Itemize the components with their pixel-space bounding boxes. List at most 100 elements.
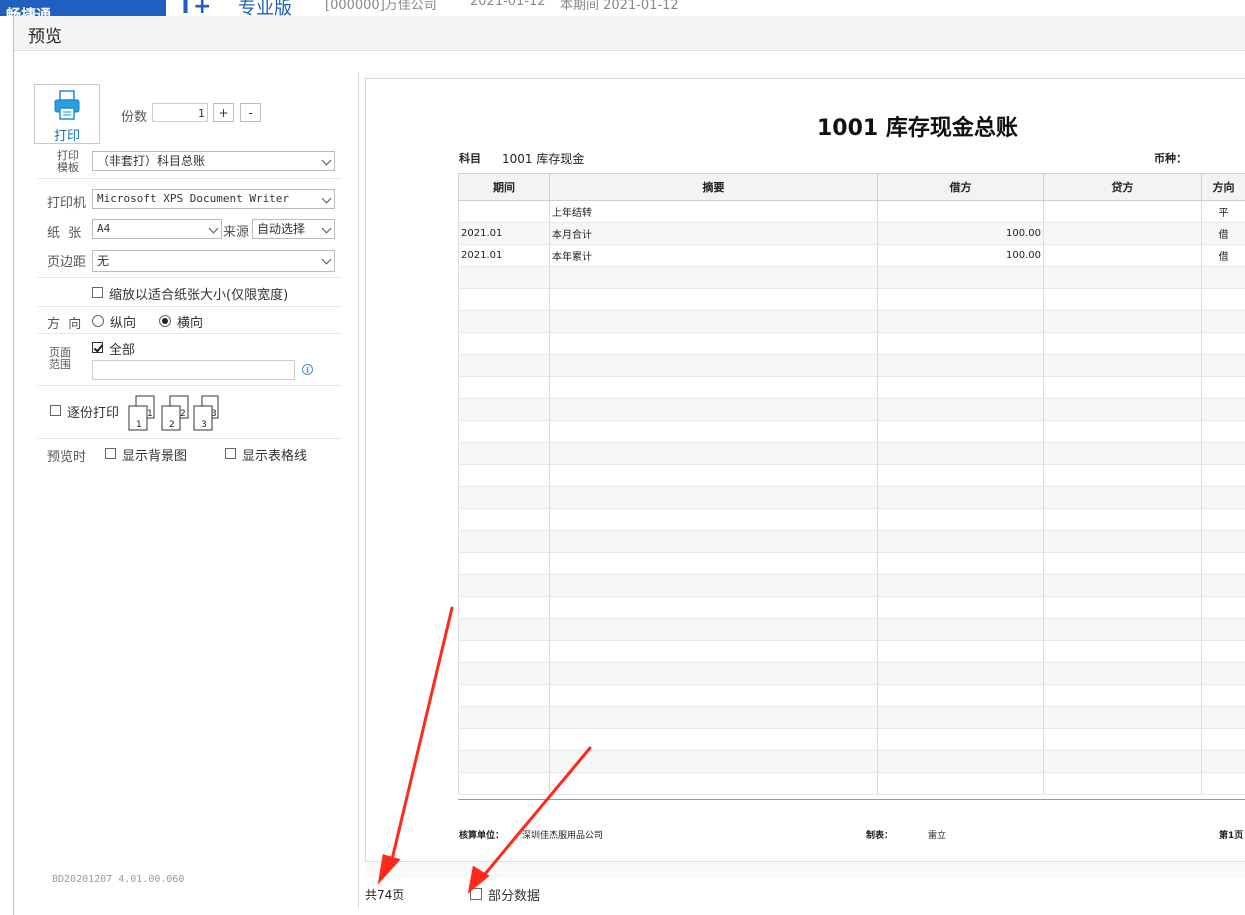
show-gridlines-checkbox[interactable]: [225, 448, 236, 459]
orientation-landscape-radio[interactable]: [159, 315, 171, 327]
empty-cell: [1201, 772, 1245, 795]
column-header-period: 期间: [458, 173, 550, 201]
brand-logo: 畅捷通: [0, 0, 166, 16]
empty-cell: [458, 310, 550, 333]
empty-table-row: [458, 332, 1245, 355]
empty-cell: [1201, 640, 1245, 663]
fit-to-paper-checkbox[interactable]: [92, 287, 103, 298]
empty-cell: [877, 728, 1044, 751]
printer-select[interactable]: Microsoft XPS Document Writer: [92, 189, 335, 209]
product-logo: T+: [178, 0, 212, 16]
empty-table-row: [458, 310, 1245, 333]
page-range-label-line1: 页面: [49, 346, 71, 359]
svg-text:2: 2: [169, 420, 175, 430]
horizontal-scrollbar[interactable]: [365, 861, 1245, 878]
empty-cell: [1201, 486, 1245, 509]
empty-cell: [1201, 750, 1245, 773]
empty-cell: [549, 574, 878, 597]
empty-cell: [549, 552, 878, 575]
empty-cell: [1201, 662, 1245, 685]
orientation-landscape-label: 横向: [177, 316, 204, 331]
cell-debit: 100.00: [877, 244, 1044, 267]
empty-table-row: [458, 574, 1245, 597]
empty-cell: [458, 530, 550, 553]
empty-cell: [877, 266, 1044, 289]
cell-credit: [1043, 200, 1202, 223]
empty-table-row: [458, 442, 1245, 465]
column-header-summary: 摘要: [549, 173, 878, 201]
empty-cell: [877, 552, 1044, 575]
empty-table-row: [458, 266, 1245, 289]
table-row: 2021.01 本月合计 100.00 借: [458, 222, 1245, 245]
empty-cell: [1043, 684, 1202, 707]
page-range-label-line2: 范围: [49, 358, 71, 371]
empty-cell: [1043, 596, 1202, 619]
empty-cell: [877, 288, 1044, 311]
orientation-portrait-radio[interactable]: [92, 315, 104, 327]
empty-cell: [877, 420, 1044, 443]
empty-cell: [1201, 728, 1245, 751]
empty-cell: [877, 530, 1044, 553]
margin-select[interactable]: 无: [92, 250, 335, 272]
empty-cell: [1043, 486, 1202, 509]
show-background-label: 显示背景图: [122, 449, 188, 464]
cell-direction: 借: [1201, 244, 1245, 267]
empty-cell: [1201, 288, 1245, 311]
cell-credit: [1043, 222, 1202, 245]
print-button[interactable]: 打印: [34, 84, 100, 144]
copies-increment-button[interactable]: +: [213, 103, 234, 122]
copies-label: 份数: [121, 110, 148, 125]
info-icon[interactable]: i: [302, 364, 313, 375]
copies-input[interactable]: 1: [152, 103, 208, 122]
empty-cell: [1043, 552, 1202, 575]
empty-cell: [1201, 508, 1245, 531]
report-title: 1001 库存现金总账: [817, 116, 1018, 141]
cell-period: 2021.01: [458, 244, 550, 267]
divider: [38, 438, 342, 439]
copies-decrement-button[interactable]: -: [240, 103, 261, 122]
empty-table-row: [458, 288, 1245, 311]
empty-cell: [877, 486, 1044, 509]
empty-cell: [877, 596, 1044, 619]
show-gridlines-label: 显示表格线: [242, 449, 308, 464]
empty-cell: [877, 750, 1044, 773]
template-select[interactable]: （非套打）科目总账: [92, 151, 335, 171]
empty-cell: [458, 772, 550, 795]
collate-checkbox[interactable]: [50, 405, 61, 416]
empty-cell: [1201, 442, 1245, 465]
empty-cell: [877, 442, 1044, 465]
empty-cell: [549, 398, 878, 421]
template-label-line1: 打印: [57, 149, 79, 162]
empty-cell: [1043, 398, 1202, 421]
paper-select[interactable]: A4: [92, 219, 222, 239]
empty-cell: [458, 552, 550, 575]
empty-cell: [458, 266, 550, 289]
empty-cell: [458, 750, 550, 773]
login-date-label: 本期间 2021-01-12: [560, 0, 679, 13]
show-background-checkbox[interactable]: [105, 448, 116, 459]
empty-cell: [1201, 310, 1245, 333]
chevron-down-icon: [208, 223, 219, 234]
empty-cell: [877, 508, 1044, 531]
empty-cell: [458, 486, 550, 509]
empty-cell: [1043, 332, 1202, 355]
empty-cell: [1043, 618, 1202, 641]
empty-cell: [549, 684, 878, 707]
source-select[interactable]: 自动选择: [252, 219, 335, 239]
empty-cell: [1043, 310, 1202, 333]
empty-cell: [458, 728, 550, 751]
empty-cell: [549, 266, 878, 289]
page-range-input[interactable]: [92, 360, 295, 380]
empty-cell: [458, 684, 550, 707]
empty-cell: [458, 596, 550, 619]
empty-cell: [1201, 376, 1245, 399]
empty-cell: [458, 508, 550, 531]
column-header-direction: 方向: [1201, 173, 1245, 201]
partial-data-checkbox[interactable]: [470, 888, 482, 900]
cell-direction: 平: [1201, 200, 1245, 223]
empty-cell: [458, 640, 550, 663]
page-range-all-checkbox[interactable]: [92, 342, 103, 353]
ledger-table: 期间 摘要 借方 贷方 方向 上年结转 平 2021.01 本月合计 100.0…: [458, 173, 1245, 795]
divider: [38, 277, 342, 278]
divider: [38, 306, 342, 307]
